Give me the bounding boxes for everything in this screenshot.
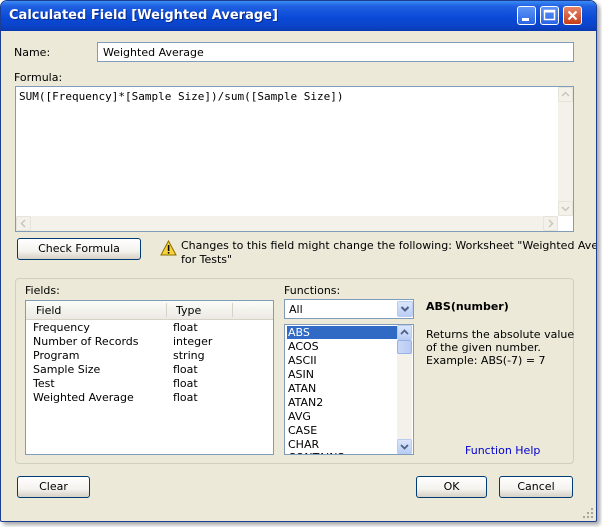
function-item[interactable]: CONTAINS [287,451,397,454]
resize-grip-icon[interactable] [583,508,595,520]
chevron-left-icon [20,219,26,228]
field-name: Test [33,377,55,390]
name-input[interactable]: Weighted Average [97,42,574,62]
field-name: Program [33,349,80,362]
scroll-right-arrow[interactable] [543,216,558,231]
formula-editor[interactable]: SUM([Frequency]*[Sample Size])/sum([Samp… [15,86,574,232]
formula-text: SUM([Frequency]*[Sample Size])/sum([Samp… [19,90,344,103]
function-item[interactable]: AVG [287,410,397,423]
functions-label: Functions: [284,284,341,297]
function-description-line-1: Returns the absolute value [426,328,575,341]
dropdown-button[interactable] [397,301,413,317]
functions-list[interactable]: ABS ACOS ASCII ASIN ATAN ATAN2 AVG CASE … [284,324,414,455]
warning-text-line-1: Changes to this field might change the f… [181,239,597,252]
column-header-field[interactable]: Field [36,304,61,317]
formula-label: Formula: [14,71,63,84]
field-name: Weighted Average [33,391,134,404]
name-input-value: Weighted Average [103,46,204,59]
chevron-down-icon [400,444,409,450]
fields-list[interactable]: Field Type Frequency float Number of Reco… [25,300,274,455]
column-divider[interactable] [232,303,233,317]
function-item-selected[interactable]: ABS [287,326,397,339]
function-item[interactable]: CHAR [287,438,397,451]
function-item[interactable]: CASE [287,424,397,437]
formula-horizontal-scrollbar[interactable] [16,216,558,231]
maximize-icon [543,9,556,21]
functions-filter-value: All [289,303,303,316]
formula-vertical-scrollbar[interactable] [558,87,573,216]
function-item[interactable]: ATAN2 [287,396,397,409]
scroll-up-arrow[interactable] [397,325,412,340]
fields-label: Fields: [25,284,60,297]
scroll-down-arrow[interactable] [558,201,573,216]
function-item[interactable]: ACOS [287,340,397,353]
column-header-type[interactable]: Type [176,304,201,317]
chevron-up-icon [400,329,409,335]
function-help-link[interactable]: Function Help [465,444,540,457]
maximize-button[interactable] [540,6,559,25]
name-label: Name: [14,46,51,59]
title-bar[interactable]: Calculated Field [Weighted Average] [1,1,596,31]
field-type: float [173,321,198,334]
close-icon [567,10,578,21]
function-signature: ABS(number) [426,300,509,313]
fields-list-header: Field Type [26,301,273,320]
warning-text-line-2: for Tests" [181,253,233,266]
field-type: string [173,349,205,362]
field-type: integer [173,335,213,348]
window-title: Calculated Field [Weighted Average] [9,8,278,23]
clear-button[interactable]: Clear [17,476,90,498]
function-description-line-3: Example: ABS(-7) = 7 [426,354,546,367]
chevron-down-icon [400,306,410,312]
minimize-button[interactable] [517,6,536,25]
function-item[interactable]: ATAN [287,382,397,395]
minimize-icon [522,18,529,21]
dialog-window: Calculated Field [Weighted Average] Name… [0,0,597,522]
field-name: Sample Size [33,363,101,376]
chevron-down-icon [561,206,570,212]
function-item[interactable]: ASCII [287,354,397,367]
field-type: float [173,391,198,404]
field-type: float [173,363,198,376]
column-divider[interactable] [166,303,167,317]
scroll-thumb[interactable] [397,340,412,354]
function-item[interactable]: ASIN [287,368,397,381]
field-type: float [173,377,198,390]
functions-filter-select[interactable]: All [284,299,414,319]
scroll-down-arrow[interactable] [397,439,412,454]
ok-button[interactable]: OK [416,476,487,498]
close-button[interactable] [563,6,582,25]
chevron-up-icon [561,91,570,97]
function-description-line-2: of the given number. [426,341,541,354]
scroll-left-arrow[interactable] [16,216,31,231]
check-formula-button[interactable]: Check Formula [17,238,141,260]
chevron-right-icon [548,219,554,228]
cancel-button[interactable]: Cancel [499,476,573,498]
field-name: Number of Records [33,335,139,348]
scroll-up-arrow[interactable] [558,87,573,102]
warning-icon [160,240,177,256]
field-name: Frequency [33,321,90,334]
functions-scrollbar[interactable] [397,325,412,454]
